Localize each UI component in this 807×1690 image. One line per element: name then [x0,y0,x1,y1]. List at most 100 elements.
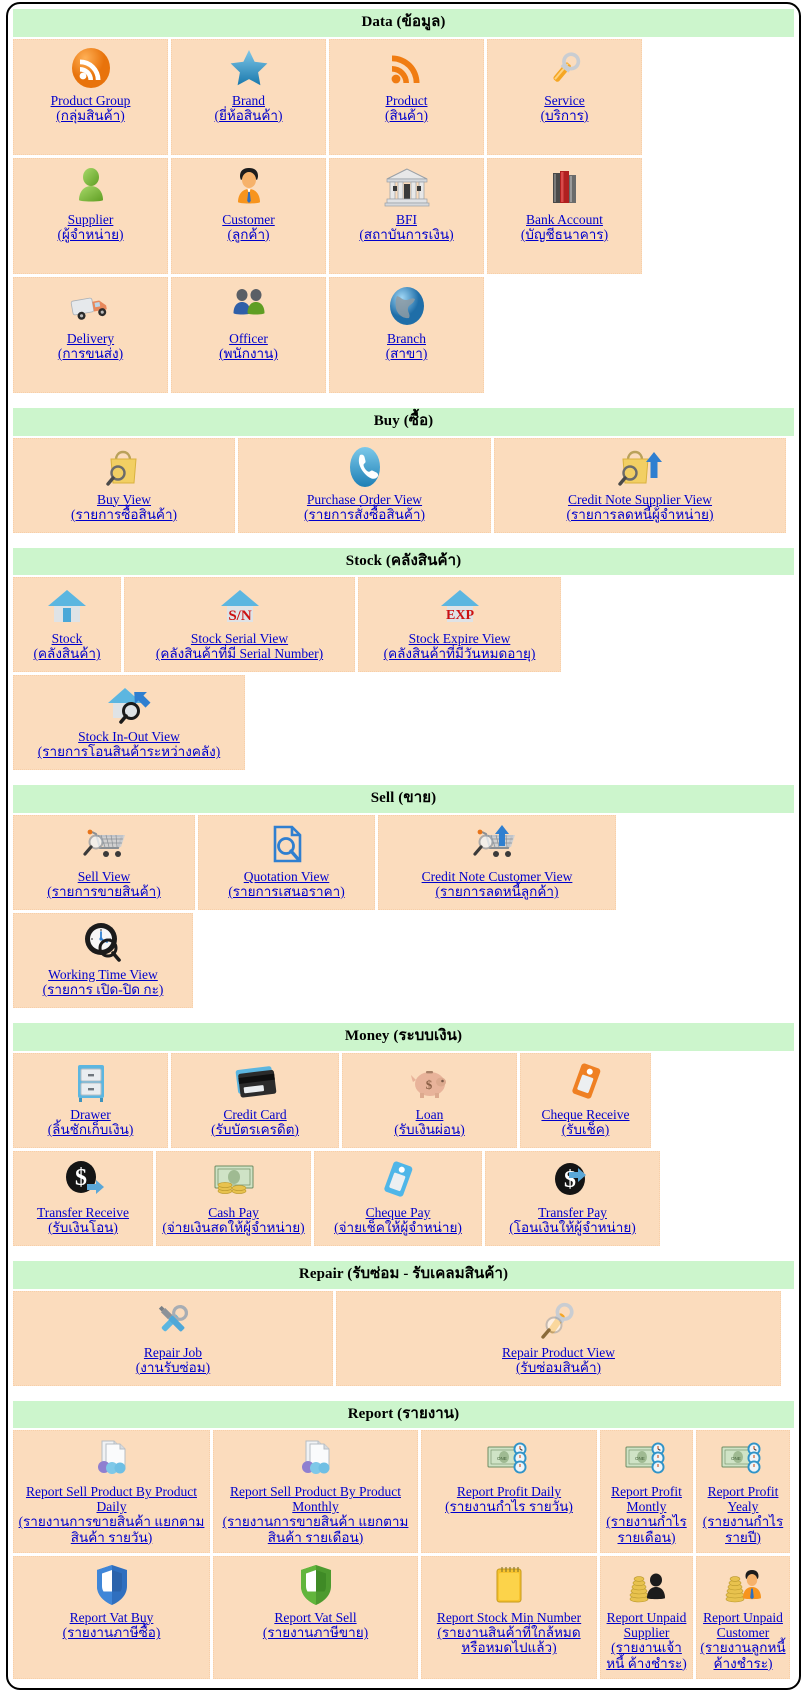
tile-label-th[interactable]: (รายงานกำไร รายปี) [699,1514,787,1544]
tile-label-en[interactable]: Delivery [58,331,123,346]
tile-label-th[interactable]: (ลูกค้า) [222,227,275,242]
tile-loan[interactable]: $ Loan (รับเงินผ่อน) [342,1052,517,1148]
tile-quotation-view[interactable]: Quotation View (รายการเสนอราคา) [198,815,375,910]
tile-label-th[interactable]: (รายงานกำไร รายวัน) [445,1499,573,1514]
tile-label-th[interactable]: (รับบัตรเครดิต) [211,1122,299,1137]
tile-buy-view[interactable]: Buy View (รายการซื้อสินค้า) [13,437,235,533]
tile-label-en[interactable]: Report Sell Product By Product Daily [16,1484,207,1514]
tile-bank-account[interactable]: Bank Account (บัญชีธนาคาร) [487,157,642,274]
tile-product[interactable]: Product (สินค้า) [329,38,484,155]
tile-label-th[interactable]: (รายงานเจ้าหนี้ ค้างชำระ) [603,1640,690,1670]
tile-report-profit-monthly[interactable]: ONE Report Profit Montly (รายงานกำไร ราย… [600,1430,693,1554]
tile-brand[interactable]: Brand (ยี่ห้อสินค้า) [171,38,326,155]
tile-label-en[interactable]: Stock [34,631,101,646]
tile-label-th[interactable]: (รับเงินผ่อน) [394,1122,465,1137]
tile-label-th[interactable]: (บริการ) [541,108,589,123]
tile-officer[interactable]: Officer (พนักงาน) [171,276,326,393]
tile-label-en[interactable]: Report Profit Daily [445,1484,573,1499]
tile-label-en[interactable]: Stock In-Out View [38,729,220,744]
tile-label-en[interactable]: Transfer Pay [509,1205,636,1220]
tile-label-en[interactable]: Report Vat Buy [63,1610,161,1625]
tile-service[interactable]: Service (บริการ) [487,38,642,155]
tile-label-th[interactable]: (รายงานภาษีขาย) [263,1625,368,1640]
tile-label-en[interactable]: Sell View [47,869,161,884]
tile-label-th[interactable]: (การขนส่ง) [58,346,123,361]
tile-label-th[interactable]: (สถาบันการเงิน) [359,227,453,242]
tile-label-en[interactable]: Repair Job [136,1345,210,1360]
tile-label-th[interactable]: (รายงานกำไร รายเดือน) [603,1514,690,1544]
tile-label-th[interactable]: (งานรับซ่อม) [136,1360,210,1375]
tile-sell-view[interactable]: Sell View (รายการขายสินค้า) [13,815,195,910]
tile-working-time-view[interactable]: Working Time View (รายการ เปิด-ปิด กะ) [13,913,193,1008]
tile-label-th[interactable]: (รายงานการขายสินค้า แยกตามสินค้า รายวัน) [16,1514,207,1544]
tile-label-en[interactable]: Report Unpaid Customer [699,1610,787,1640]
tile-label-en[interactable]: Buy View [71,492,177,507]
tile-label-en[interactable]: Repair Product View [502,1345,615,1360]
tile-label-th[interactable]: (คลังสินค้าที่มีวันหมดอายุ) [384,646,536,661]
tile-cash-pay[interactable]: Cash Pay (จ่ายเงินสดให้ผู้จำหน่าย) [156,1150,311,1246]
tile-repair-product-view[interactable]: Repair Product View (รับซ่อมสินค้า) [336,1290,781,1386]
tile-label-en[interactable]: Report Unpaid Supplier [603,1610,690,1640]
tile-report-vat-sell[interactable]: Report Vat Sell (รายงานภาษีขาย) [213,1556,418,1680]
tile-label-en[interactable]: Quotation View [228,869,344,884]
tile-report-vat-buy[interactable]: Report Vat Buy (รายงานภาษีซื้อ) [13,1556,210,1680]
tile-label-th[interactable]: (บัญชีธนาคาร) [521,227,608,242]
tile-report-sell-product-daily[interactable]: Report Sell Product By Product Daily (รา… [13,1430,210,1554]
tile-label-th[interactable]: (รายการเสนอราคา) [228,884,344,899]
tile-label-en[interactable]: Branch [386,331,428,346]
tile-report-unpaid-customer[interactable]: Report Unpaid Customer (รายงานลูกหนี้ ค้… [696,1556,790,1680]
tile-label-en[interactable]: Credit Note Supplier View [567,492,714,507]
tile-label-th[interactable]: (สินค้า) [385,108,428,123]
tile-label-th[interactable]: (รายการซื้อสินค้า) [71,507,177,522]
tile-label-th[interactable]: (โอนเงินให้ผู้จำหน่าย) [509,1220,636,1235]
tile-label-th[interactable]: (สาขา) [386,346,428,361]
tile-report-sell-product-monthly[interactable]: Report Sell Product By Product Monthly (… [213,1430,418,1554]
tile-label-en[interactable]: Cash Pay [162,1205,304,1220]
tile-credit-card[interactable]: Credit Card (รับบัตรเครดิต) [171,1052,339,1148]
tile-label-th[interactable]: (ผู้จำหน่าย) [57,227,123,242]
tile-label-th[interactable]: (คลังสินค้าที่มี Serial Number) [156,646,323,661]
tile-label-en[interactable]: Service [541,93,589,108]
tile-label-en[interactable]: Brand [215,93,283,108]
tile-label-th[interactable]: (รายงานสินค้าที่ใกล้หมด หรือหมดไปแล้ว) [424,1625,594,1655]
tile-transfer-receive[interactable]: $ Transfer Receive (รับเงินโอน) [13,1150,153,1246]
tile-label-th[interactable]: (รายการลดหนี้ลูกค้า) [422,884,573,899]
tile-label-en[interactable]: Report Sell Product By Product Monthly [216,1484,415,1514]
tile-purchase-order-view[interactable]: Purchase Order View (รายการสั่งซื้อสินค้… [238,437,491,533]
tile-drawer[interactable]: Drawer (ลิ้นชักเก็บเงิน) [13,1052,168,1148]
tile-cheque-pay[interactable]: Cheque Pay (จ่ายเช็คให้ผู้จำหน่าย) [314,1150,482,1246]
tile-credit-note-supplier-view[interactable]: Credit Note Supplier View (รายการลดหนี้ผ… [494,437,786,533]
tile-label-en[interactable]: Report Profit Montly [603,1484,690,1514]
tile-label-en[interactable]: Officer [219,331,278,346]
tile-label-th[interactable]: (รับซ่อมสินค้า) [502,1360,615,1375]
tile-label-th[interactable]: (รับเช็ค) [541,1122,629,1137]
tile-cheque-receive[interactable]: Cheque Receive (รับเช็ค) [520,1052,651,1148]
tile-label-en[interactable]: Cheque Receive [541,1107,629,1122]
tile-label-th[interactable]: (คลังสินค้า) [34,646,101,661]
tile-label-en[interactable]: Report Profit Yealy [699,1484,787,1514]
tile-label-en[interactable]: Transfer Receive [37,1205,129,1220]
tile-report-unpaid-supplier[interactable]: Report Unpaid Supplier (รายงานเจ้าหนี้ ค… [600,1556,693,1680]
tile-bfi[interactable]: BFI (สถาบันการเงิน) [329,157,484,274]
tile-label-en[interactable]: BFI [359,212,453,227]
tile-label-th[interactable]: (จ่ายเช็คให้ผู้จำหน่าย) [334,1220,462,1235]
tile-label-th[interactable]: (พนักงาน) [219,346,278,361]
tile-credit-note-customer-view[interactable]: Credit Note Customer View (รายการลดหนี้ล… [378,815,616,910]
tile-label-en[interactable]: Report Stock Min Number [424,1610,594,1625]
tile-supplier[interactable]: Supplier (ผู้จำหน่าย) [13,157,168,274]
tile-label-en[interactable]: Loan [394,1107,465,1122]
tile-label-en[interactable]: Stock Serial View [156,631,323,646]
tile-label-en[interactable]: Report Vat Sell [263,1610,368,1625]
tile-label-th[interactable]: (รายการลดหนี้ผู้จำหน่าย) [567,507,714,522]
tile-label-th[interactable]: (กลุ่มสินค้า) [51,108,131,123]
tile-label-en[interactable]: Product Group [51,93,131,108]
tile-repair-job[interactable]: Repair Job (งานรับซ่อม) [13,1290,333,1386]
tile-label-en[interactable]: Product [385,93,428,108]
tile-stock[interactable]: Stock (คลังสินค้า) [13,577,121,673]
tile-label-en[interactable]: Customer [222,212,275,227]
tile-label-th[interactable]: (รายการโอนสินค้าระหว่างคลัง) [38,744,220,759]
tile-label-en[interactable]: Drawer [48,1107,134,1122]
tile-stock-in-out-view[interactable]: Stock In-Out View (รายการโอนสินค้าระหว่า… [13,675,245,771]
tile-stock-expire-view[interactable]: EXP Stock Expire View (คลังสินค้าที่มีวั… [358,577,561,673]
tile-branch[interactable]: Branch (สาขา) [329,276,484,393]
